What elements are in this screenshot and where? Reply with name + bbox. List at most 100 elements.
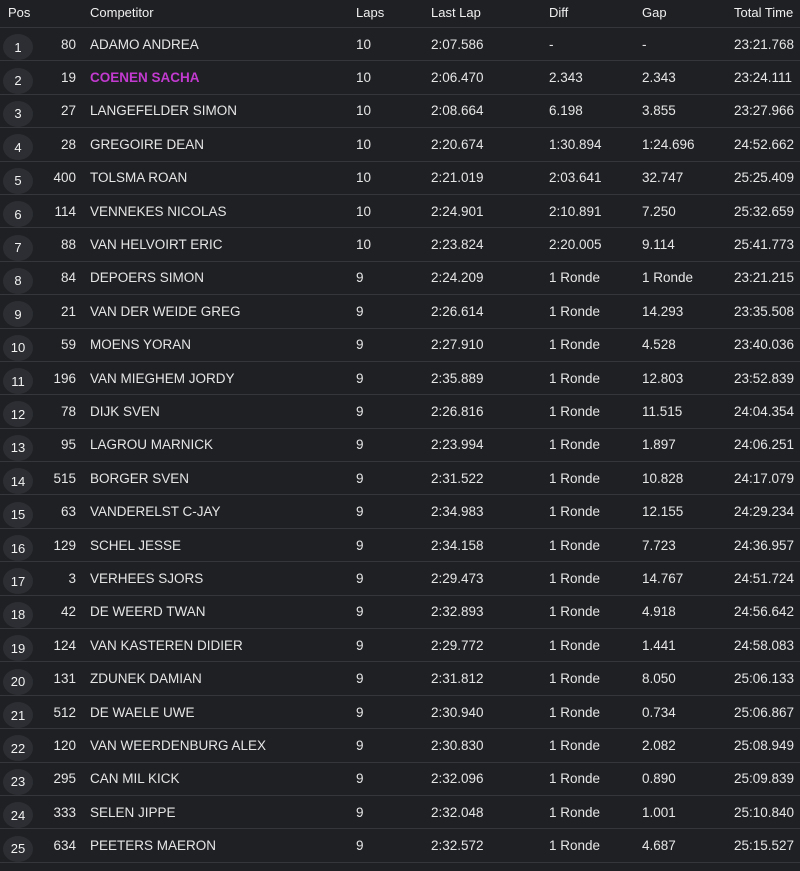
table-row[interactable]: 15 63 VANDERELST C-JAY 9 2:34.983 1 Ronde 12.1… [0, 495, 800, 529]
total-time: 24:17.079 [734, 470, 795, 486]
start-number: 27 [60, 103, 76, 119]
position-badge: 19 [3, 635, 33, 662]
table-row[interactable]: 8 84 DEPOERS SIMON 9 2:24.209 1 Ronde 1 Ronde 2… [0, 261, 800, 296]
laps-count: 9 [356, 804, 364, 820]
start-number: 515 [53, 470, 76, 486]
start-number: 131 [53, 671, 76, 687]
table-row[interactable]: 11 196 VAN MIEGHEM JORDY 9 2:35.889 1 Ronde 12… [0, 361, 800, 396]
gap-value: 1:24.696 [642, 136, 695, 152]
table-row[interactable]: 25 634 PEETERS MAERON 9 2:32.572 1 Ronde 4.687… [0, 829, 800, 863]
last-lap-time: 2:29.473 [431, 570, 484, 586]
laps-count: 9 [356, 671, 364, 687]
table-row[interactable]: 7 88 VAN HELVOIRT ERIC 10 2:23.824 2:20.005 9.… [0, 228, 800, 262]
start-number: 19 [60, 70, 76, 86]
start-number: 42 [60, 604, 76, 620]
header-diff[interactable]: Diff [549, 0, 639, 27]
diff-value: 1 Ronde [549, 504, 601, 520]
total-time: 23:27.966 [734, 103, 795, 119]
last-lap-time: 2:26.614 [431, 303, 484, 319]
diff-value: 1 Ronde [549, 370, 601, 386]
diff-value: 1:30.894 [549, 136, 602, 152]
table-row[interactable]: 20 131 ZDUNEK DAMIAN 9 2:31.812 1 Ronde 8.050 2… [0, 662, 800, 696]
position-cell: 22 [0, 729, 36, 762]
total-time: 23:24.111 [734, 70, 793, 86]
laps-count: 9 [356, 771, 364, 787]
header-laps[interactable]: Laps [356, 0, 416, 27]
table-row[interactable]: 9 21 VAN DER WEIDE GREG 9 2:26.614 1 Ronde 14.… [0, 295, 800, 329]
table-row[interactable]: 12 78 DIJK SVEN 9 2:26.816 1 Ronde 11.515 24:04… [0, 395, 800, 429]
diff-value: 1 Ronde [549, 737, 601, 753]
gap-value: 8.050 [642, 671, 676, 687]
competitor-name: VAN MIEGHEM JORDY [90, 370, 235, 386]
last-lap-time: 2:35.889 [431, 370, 484, 386]
last-lap-time: 2:23.824 [431, 237, 484, 253]
position-badge: 23 [3, 768, 33, 795]
table-row[interactable]: 16 129 SCHEL JESSE 9 2:34.158 1 Ronde 7.723 24:… [0, 528, 800, 563]
last-lap-time: 2:30.940 [431, 704, 484, 720]
table-row[interactable]: 13 95 LAGROU MARNICK 9 2:23.994 1 Ronde 1.897 2… [0, 428, 800, 463]
diff-value: 1 Ronde [549, 337, 601, 353]
table-row[interactable]: 21 512 DE WAELE UWE 9 2:30.940 1 Ronde 0.734 25… [0, 695, 800, 730]
gap-value: 0.734 [642, 704, 676, 720]
table-row[interactable]: 14 515 BORGER SVEN 9 2:31.522 1 Ronde 10.828 24… [0, 462, 800, 496]
total-time: 25:15.527 [734, 838, 795, 854]
table-header: Pos Competitor Laps Last Lap Diff Gap To… [0, 0, 800, 28]
position-badge: 11 [3, 368, 33, 395]
header-total-time[interactable]: Total Time [734, 0, 800, 27]
last-lap-time: 2:34.983 [431, 504, 484, 520]
diff-value: 2.343 [549, 70, 583, 86]
table-row[interactable]: 17 3 VERHEES SJORS 9 2:29.473 1 Ronde 14.767 24… [0, 562, 800, 596]
laps-count: 10 [356, 203, 372, 219]
diff-value: 1 Ronde [549, 604, 601, 620]
diff-value: 1 Ronde [549, 570, 601, 586]
position-cell: 25 [0, 829, 36, 862]
results-table: Pos Competitor Laps Last Lap Diff Gap To… [0, 0, 800, 863]
position-badge: 24 [3, 802, 33, 829]
header-last-lap[interactable]: Last Lap [431, 0, 531, 27]
competitor-name: VAN KASTEREN DIDIER [90, 637, 243, 653]
position-cell: 12 [0, 395, 36, 428]
position-badge: 12 [3, 401, 33, 428]
table-row[interactable]: 3 27 LANGEFELDER SIMON 10 2:08.664 6.198 3.855… [0, 94, 800, 129]
table-row[interactable]: 19 124 VAN KASTEREN DIDIER 9 2:29.772 1 Ronde… [0, 629, 800, 663]
position-badge: 4 [3, 134, 33, 161]
start-number: 78 [60, 403, 76, 419]
diff-value: 1 Ronde [549, 303, 601, 319]
last-lap-time: 2:08.664 [431, 103, 484, 119]
table-row[interactable]: 5 400 TOLSMA ROAN 10 2:21.019 2:03.641 32.747 2… [0, 161, 800, 195]
total-time: 23:21.768 [734, 36, 795, 52]
last-lap-time: 2:27.910 [431, 337, 484, 353]
table-row[interactable]: 2 19 COENEN SACHA 10 2:06.470 2.343 2.343 23:24… [0, 61, 800, 95]
table-row[interactable]: 1 80 ADAMO ANDREA 10 2:07.586 - - 23:21.768 [0, 28, 800, 62]
table-row[interactable]: 6 114 VENNEKES NICOLAS 10 2:24.901 2:10.891 7.… [0, 194, 800, 229]
last-lap-time: 2:07.586 [431, 36, 484, 52]
table-row[interactable]: 22 120 VAN WEERDENBURG ALEX 9 2:30.830 1 Rond… [0, 729, 800, 763]
table-row[interactable]: 23 295 CAN MIL KICK 9 2:32.096 1 Ronde 0.890 25… [0, 762, 800, 796]
gap-value: 2.343 [642, 70, 676, 86]
diff-value: 1 Ronde [549, 270, 601, 286]
gap-value: 4.687 [642, 838, 676, 854]
last-lap-time: 2:30.830 [431, 737, 484, 753]
header-competitor[interactable]: Competitor [90, 0, 350, 27]
header-pos[interactable]: Pos [0, 0, 36, 27]
position-badge: 17 [3, 568, 33, 595]
laps-count: 10 [356, 36, 372, 52]
laps-count: 9 [356, 370, 364, 386]
laps-count: 9 [356, 737, 364, 753]
table-row[interactable]: 18 42 DE WEERD TWAN 9 2:32.893 1 Ronde 4.918 24… [0, 595, 800, 630]
start-number: 84 [60, 270, 76, 286]
table-row[interactable]: 24 333 SELEN JIPPE 9 2:32.048 1 Ronde 1.001 25:… [0, 795, 800, 830]
position-badge: 10 [3, 334, 33, 361]
header-gap[interactable]: Gap [642, 0, 732, 27]
competitor-name: BORGER SVEN [90, 470, 190, 486]
last-lap-time: 2:32.893 [431, 604, 484, 620]
gap-value: 11.515 [642, 403, 683, 419]
last-lap-time: 2:21.019 [431, 170, 484, 186]
table-row[interactable]: 10 59 MOENS YORAN 9 2:27.910 1 Ronde 4.528 23:4… [0, 328, 800, 362]
position-cell: 19 [0, 629, 36, 662]
total-time: 23:52.839 [734, 370, 795, 386]
gap-value: 1.001 [642, 804, 676, 820]
last-lap-time: 2:34.158 [431, 537, 484, 553]
table-row[interactable]: 4 28 GREGOIRE DEAN 10 2:20.674 1:30.894 1:24.6… [0, 128, 800, 162]
total-time: 25:08.949 [734, 737, 795, 753]
